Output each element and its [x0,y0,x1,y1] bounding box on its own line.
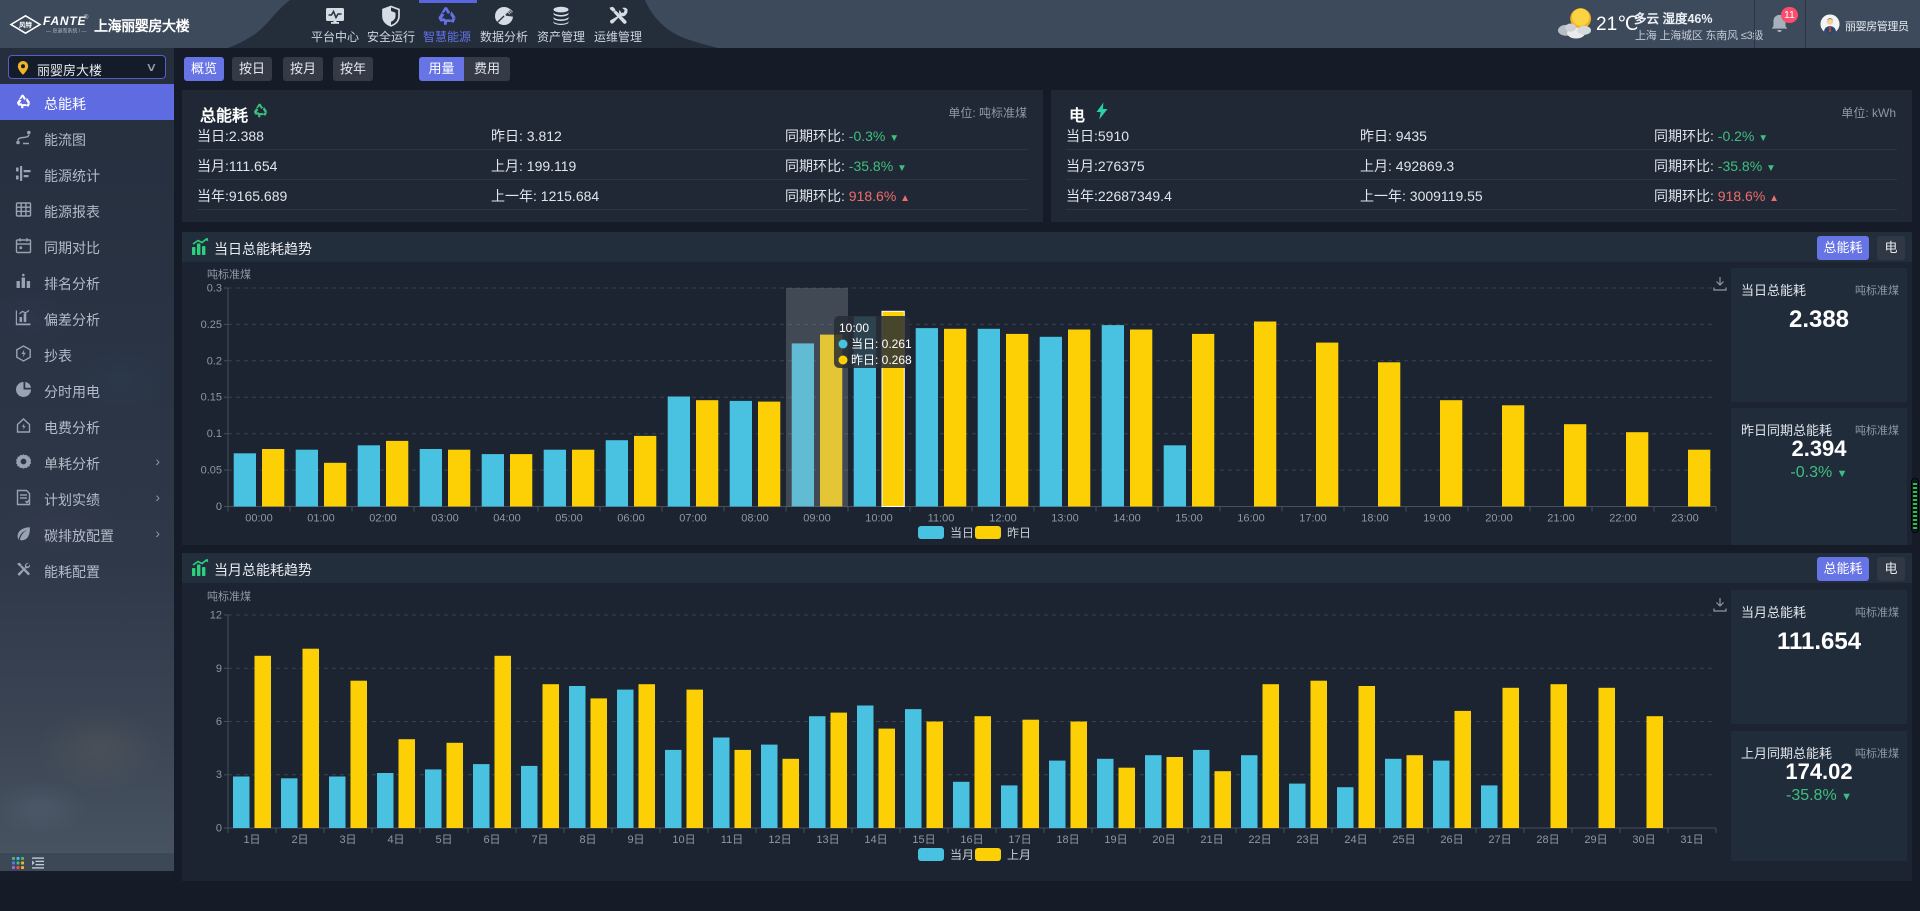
svg-text:27日: 27日 [1488,834,1511,846]
svg-text:7日: 7日 [531,834,548,846]
svg-text:08:00: 08:00 [741,513,769,525]
svg-text:15日: 15日 [912,834,935,846]
svg-text:17:00: 17:00 [1299,513,1327,525]
svg-text:13日: 13日 [816,834,839,846]
svg-text:29日: 29日 [1584,834,1607,846]
svg-text:11:00: 11:00 [928,513,955,525]
svg-text:0.15: 0.15 [201,392,222,404]
svg-text:当日: 0.261: 当日: 0.261 [851,337,912,351]
svg-text:12:00: 12:00 [989,513,1017,525]
svg-text:5日: 5日 [435,834,452,846]
svg-text:8日: 8日 [579,834,596,846]
svg-text:16日: 16日 [960,834,983,846]
svg-text:06:00: 06:00 [617,513,645,525]
svg-text:13:00: 13:00 [1051,513,1079,525]
svg-text:0.3: 0.3 [207,283,222,295]
svg-text:昨日: 昨日 [1007,526,1031,540]
svg-text:28日: 28日 [1536,834,1559,846]
svg-text:0.1: 0.1 [207,428,222,440]
svg-text:3日: 3日 [339,834,356,846]
svg-text:18:00: 18:00 [1361,513,1389,525]
svg-text:24日: 24日 [1344,834,1367,846]
svg-text:22:00: 22:00 [1609,513,1637,525]
svg-text:10日: 10日 [672,834,695,846]
svg-text:11日: 11日 [721,834,743,846]
svg-text:— 息退而系统 / —: — 息退而系统 / — [46,28,87,35]
svg-text:17日: 17日 [1008,834,1031,846]
svg-text:3: 3 [216,769,222,781]
svg-text:吨标准煤: 吨标准煤 [207,267,251,281]
svg-text:®: ® [84,14,89,21]
svg-text:0.25: 0.25 [201,319,222,331]
svg-text:20:00: 20:00 [1485,513,1513,525]
svg-text:09:00: 09:00 [803,513,831,525]
svg-text:0.05: 0.05 [201,465,222,477]
svg-text:05:00: 05:00 [555,513,583,525]
svg-text:当月: 当月 [950,848,974,862]
svg-text:21日: 21日 [1200,834,1223,846]
svg-text:23:00: 23:00 [1671,513,1699,525]
svg-text:03:00: 03:00 [431,513,459,525]
svg-text:6: 6 [216,716,222,728]
svg-text:6日: 6日 [483,834,500,846]
svg-text:02:00: 02:00 [369,513,397,525]
svg-text:01:00: 01:00 [307,513,335,525]
svg-text:昨日: 0.268: 昨日: 0.268 [851,353,912,367]
svg-text:26日: 26日 [1440,834,1463,846]
svg-text:23日: 23日 [1296,834,1319,846]
svg-text:上月: 上月 [1007,848,1031,862]
svg-text:吨标准煤: 吨标准煤 [207,589,251,603]
svg-text:14日: 14日 [864,834,887,846]
svg-text:20日: 20日 [1152,834,1175,846]
svg-text:22日: 22日 [1248,834,1271,846]
svg-text:9日: 9日 [627,834,644,846]
svg-text:31日: 31日 [1680,834,1703,846]
svg-text:0.2: 0.2 [207,355,222,367]
svg-text:0: 0 [216,501,222,513]
svg-text:4日: 4日 [387,834,404,846]
svg-text:15:00: 15:00 [1175,513,1203,525]
svg-text:9: 9 [216,663,222,675]
svg-text:18日: 18日 [1056,834,1079,846]
svg-text:FANTE: FANTE [43,14,87,28]
svg-text:1日: 1日 [243,834,260,846]
svg-text:30日: 30日 [1632,834,1655,846]
svg-text:0: 0 [216,823,222,835]
svg-text:19日: 19日 [1104,834,1127,846]
svg-text:12: 12 [210,610,222,622]
svg-text:12日: 12日 [768,834,791,846]
svg-text:16:00: 16:00 [1237,513,1265,525]
svg-text:10:00: 10:00 [865,513,893,525]
svg-text:07:00: 07:00 [679,513,707,525]
svg-text:当日: 当日 [950,526,974,540]
svg-text:04:00: 04:00 [493,513,521,525]
svg-text:21:00: 21:00 [1547,513,1575,525]
svg-text:14:00: 14:00 [1113,513,1141,525]
svg-text:10:00: 10:00 [839,321,869,335]
svg-text:00:00: 00:00 [245,513,273,525]
svg-text:25日: 25日 [1392,834,1415,846]
svg-text:2日: 2日 [291,834,308,846]
svg-text:风特: 风特 [19,20,33,29]
svg-text:19:00: 19:00 [1423,513,1451,525]
